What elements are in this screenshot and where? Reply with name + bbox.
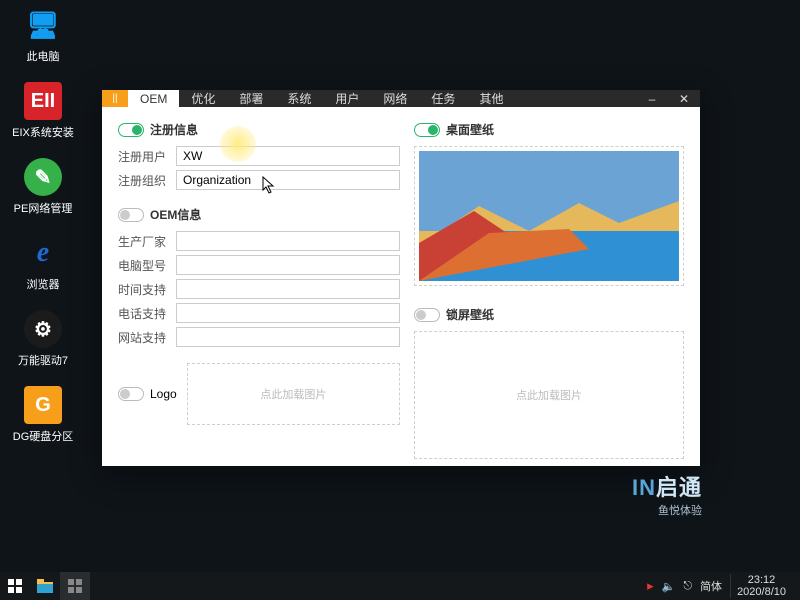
oem-field-input-1[interactable] (176, 255, 400, 275)
reg-org-input[interactable] (176, 170, 400, 190)
reg-org-label: 注册组织 (118, 172, 170, 189)
oem-section: OEM信息 生产厂家电脑型号时间支持电话支持网站支持 (118, 206, 400, 351)
logo-dropzone[interactable]: 点此加载图片 (187, 363, 400, 425)
minimize-button[interactable]: – (636, 90, 668, 107)
oem-field-input-2[interactable] (176, 279, 400, 299)
settings-window: || OEM 优化 部署 系统 用户 网络 任务 其他 – ✕ 注册信息 注册用… (102, 90, 700, 466)
desktop-icon-driver[interactable]: ⚙ 万能驱动7 (10, 310, 76, 368)
windows-icon (8, 579, 22, 593)
oem-field-input-4[interactable] (176, 327, 400, 347)
tab-opt[interactable]: 优化 (179, 90, 227, 107)
register-toggle[interactable] (118, 123, 144, 137)
taskview-button[interactable] (60, 572, 90, 600)
wallpaper-preview[interactable] (414, 146, 684, 286)
oem-title: OEM信息 (150, 206, 201, 223)
home-tab[interactable]: || (102, 90, 128, 107)
desktop-icon-pc[interactable]: 🖥 此电脑 (10, 6, 76, 64)
taskbar: ▸ 🔈 ⎋ 简体 23:12 2020/8/10 (0, 572, 800, 600)
oem-field-label: 电脑型号 (118, 257, 170, 274)
tab-task[interactable]: 任务 (419, 90, 467, 107)
tab-user[interactable]: 用户 (323, 90, 371, 107)
register-title: 注册信息 (150, 121, 198, 138)
tray-network-icon[interactable]: ⎋ (683, 580, 692, 593)
desktop-icon-penet[interactable]: ✎ PE网络管理 (10, 158, 76, 216)
desktop-icon-browser[interactable]: e 浏览器 (10, 234, 76, 292)
system-tray: ▸ 🔈 ⎋ 简体 23:12 2020/8/10 (647, 574, 800, 598)
desktop-icon-dg[interactable]: G DG硬盘分区 (10, 386, 76, 444)
lockscreen-toggle[interactable] (414, 308, 440, 322)
oem-field-label: 时间支持 (118, 281, 170, 298)
grid-icon (68, 579, 82, 593)
tab-other[interactable]: 其他 (467, 90, 515, 107)
oem-field-input-0[interactable] (176, 231, 400, 251)
lockscreen-section: 锁屏壁纸 点此加载图片 (414, 306, 684, 467)
logo-title: Logo (150, 387, 177, 401)
logo-toggle[interactable] (118, 387, 144, 401)
tab-oem[interactable]: OEM (128, 90, 179, 107)
oem-field-label: 电话支持 (118, 305, 170, 322)
logo-section: Logo 点此加载图片 (118, 363, 400, 425)
wallpaper-section: 桌面壁纸 (414, 121, 684, 294)
tray-volume-icon[interactable]: 🔈 (662, 580, 676, 593)
clock[interactable]: 23:12 2020/8/10 (730, 574, 792, 598)
tab-system[interactable]: 系统 (275, 90, 323, 107)
start-button[interactable] (0, 572, 30, 600)
titlebar: || OEM 优化 部署 系统 用户 网络 任务 其他 – ✕ (102, 90, 700, 107)
tray-lang[interactable]: 简体 (700, 578, 722, 594)
oem-field-label: 网站支持 (118, 329, 170, 346)
tab-deploy[interactable]: 部署 (227, 90, 275, 107)
lockscreen-title: 锁屏壁纸 (446, 306, 494, 323)
oem-toggle[interactable] (118, 208, 144, 222)
reg-user-input[interactable] (176, 146, 400, 166)
wallpaper-title: 桌面壁纸 (446, 121, 494, 138)
close-button[interactable]: ✕ (668, 90, 700, 107)
register-section: 注册信息 注册用户 注册组织 (118, 121, 400, 194)
wallpaper-toggle[interactable] (414, 123, 440, 137)
folder-icon (37, 579, 53, 593)
tab-network[interactable]: 网络 (371, 90, 419, 107)
wallpaper-image (419, 151, 679, 281)
oem-field-label: 生产厂家 (118, 233, 170, 250)
reg-user-label: 注册用户 (118, 148, 170, 165)
lockscreen-dropzone[interactable]: 点此加载图片 (414, 331, 684, 459)
explorer-button[interactable] (30, 572, 60, 600)
oem-field-input-3[interactable] (176, 303, 400, 323)
brand-watermark: IN启通 鱼悦体验 (632, 470, 702, 518)
tray-flag-icon[interactable]: ▸ (647, 578, 654, 594)
desktop-icon-eix[interactable]: EII EIX系统安装 (10, 82, 76, 140)
